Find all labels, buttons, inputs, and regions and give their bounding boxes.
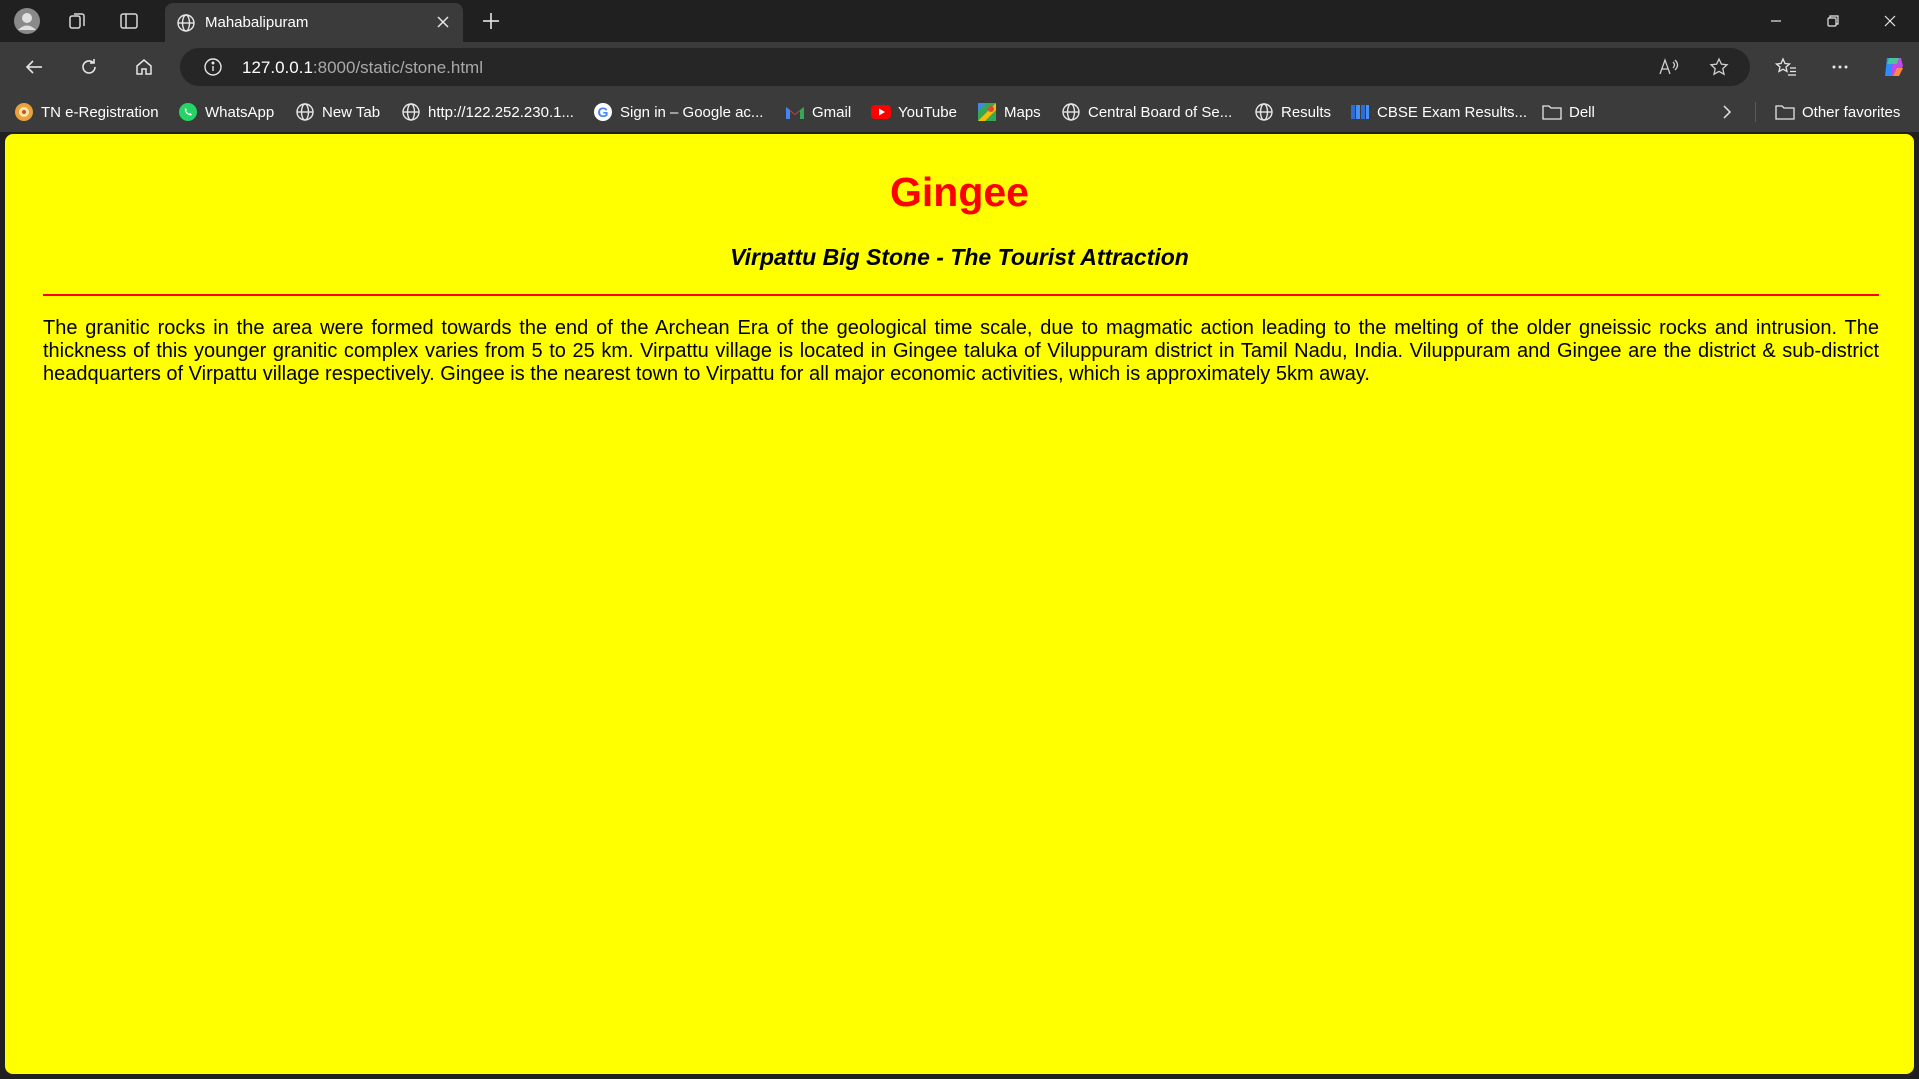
settings-more-button[interactable] <box>1822 51 1858 83</box>
bookmark-label: Maps <box>1004 103 1041 121</box>
other-favorites-label: Other favorites <box>1802 103 1901 121</box>
close-window-button[interactable] <box>1862 0 1918 42</box>
youtube-icon <box>871 102 891 122</box>
tab-title: Mahabalipuram <box>205 14 309 31</box>
bookmark-label: Central Board of Se... <box>1088 103 1233 121</box>
bookmark-new-tab[interactable]: New Tab <box>295 100 380 124</box>
bookmark-label: CBSE Exam Results... <box>1377 103 1528 121</box>
bookmark-label: http://122.252.230.1... <box>428 103 574 121</box>
horizontal-rule <box>43 294 1879 296</box>
folder-icon <box>1775 102 1795 122</box>
bookmark-label: Sign in – Google ac... <box>620 103 764 121</box>
globe-icon <box>1061 102 1081 122</box>
refresh-icon <box>82 59 96 74</box>
read-aloud-icon <box>1659 58 1679 75</box>
bookmark-label: New Tab <box>322 103 381 121</box>
bookmark-results[interactable]: Results <box>1254 100 1331 124</box>
vertical-tabs-icon <box>120 13 138 29</box>
close-icon <box>437 16 449 28</box>
address-bar[interactable]: 127.0.0.1:8000/static/stone.html <box>180 48 1750 86</box>
page-subtitle: Virpattu Big Stone - The Tourist Attract… <box>730 244 1189 270</box>
site-info-button[interactable] <box>200 55 226 79</box>
tab-close-button[interactable] <box>433 12 453 32</box>
title-bar: Mahabalipuram <box>0 0 1919 42</box>
globe-icon <box>401 102 421 122</box>
copilot-icon <box>1885 58 1903 76</box>
favorites-bar: TN e-Registration WhatsApp New Tab http:… <box>0 92 1919 132</box>
workspaces-icon <box>69 13 85 29</box>
cbse-icon <box>1350 102 1370 122</box>
bookmark-label: Results <box>1281 103 1332 121</box>
whatsapp-icon <box>178 102 198 122</box>
google-icon: G <box>593 102 613 122</box>
bookmark-maps[interactable]: Maps <box>977 100 1041 124</box>
gmail-icon <box>785 102 805 122</box>
bookmark-ip-address[interactable]: http://122.252.230.1... <box>401 100 574 124</box>
minimize-button[interactable] <box>1748 0 1804 42</box>
back-button[interactable] <box>16 51 52 83</box>
page-paragraph: The granitic rocks in the area were form… <box>43 317 1879 385</box>
url-text: 127.0.0.1:8000/static/stone.html <box>242 58 483 78</box>
bookmark-tn-e-registration[interactable]: TN e-Registration <box>14 100 159 124</box>
url-path: :8000/static/stone.html <box>312 58 483 77</box>
globe-icon <box>295 102 315 122</box>
bookmark-label: Dell <box>1569 103 1595 121</box>
globe-icon <box>177 14 195 32</box>
tab-mahabalipuram[interactable]: Mahabalipuram <box>165 3 463 42</box>
bookmark-gmail[interactable]: Gmail <box>785 100 851 124</box>
bookmark-label: TN e-Registration <box>41 103 159 121</box>
refresh-button[interactable] <box>71 51 107 83</box>
restore-button[interactable] <box>1805 0 1861 42</box>
url-host: 127.0.0.1 <box>242 58 313 77</box>
bookmark-google-sign-in[interactable]: G Sign in – Google ac... <box>593 100 763 124</box>
copilot-button[interactable] <box>1876 51 1912 83</box>
profile-avatar-button[interactable] <box>10 5 44 37</box>
navigation-bar: 127.0.0.1:8000/static/stone.html <box>0 42 1919 92</box>
more-favorites-button[interactable] <box>1720 100 1734 124</box>
minimize-icon <box>1771 20 1781 22</box>
page-viewport: Gingee Virpattu Big Stone - The Tourist … <box>5 134 1914 1074</box>
divider <box>1755 102 1756 122</box>
add-favorite-button[interactable] <box>1706 55 1732 79</box>
favorites-list-icon <box>1775 57 1796 76</box>
bookmark-label: WhatsApp <box>205 103 275 121</box>
folder-icon <box>1542 102 1562 122</box>
info-icon <box>204 58 222 76</box>
page-title: Gingee <box>890 169 1029 215</box>
svg-text:G: G <box>598 104 609 120</box>
tn-logo-icon <box>14 102 34 122</box>
home-button[interactable] <box>126 51 162 83</box>
workspaces-button[interactable] <box>60 5 94 37</box>
new-tab-button[interactable] <box>476 6 506 36</box>
restore-icon <box>1827 15 1839 27</box>
chevron-right-icon <box>1723 105 1732 119</box>
bookmark-whatsapp[interactable]: WhatsApp <box>178 100 274 124</box>
bookmark-label: Gmail <box>812 103 852 121</box>
home-icon <box>136 59 152 75</box>
more-dots-icon <box>1832 65 1848 69</box>
favorites-button[interactable] <box>1768 51 1804 83</box>
bookmark-cbse-results[interactable]: CBSE Exam Results... <box>1350 100 1527 124</box>
star-icon <box>1709 57 1729 76</box>
read-aloud-button[interactable] <box>1656 55 1682 79</box>
bookmark-youtube[interactable]: YouTube <box>871 100 957 124</box>
profile-icon <box>14 8 40 34</box>
bookmark-folder-dell[interactable]: Dell <box>1542 100 1595 124</box>
maps-icon <box>977 102 997 122</box>
globe-icon <box>1254 102 1274 122</box>
back-arrow-icon <box>25 60 42 74</box>
bookmark-central-board[interactable]: Central Board of Se... <box>1061 100 1232 124</box>
close-icon <box>1884 15 1896 27</box>
plus-icon <box>483 13 499 29</box>
bookmark-label: YouTube <box>898 103 957 121</box>
tab-actions-button[interactable] <box>112 5 146 37</box>
other-favorites-folder[interactable]: Other favorites <box>1775 100 1900 124</box>
